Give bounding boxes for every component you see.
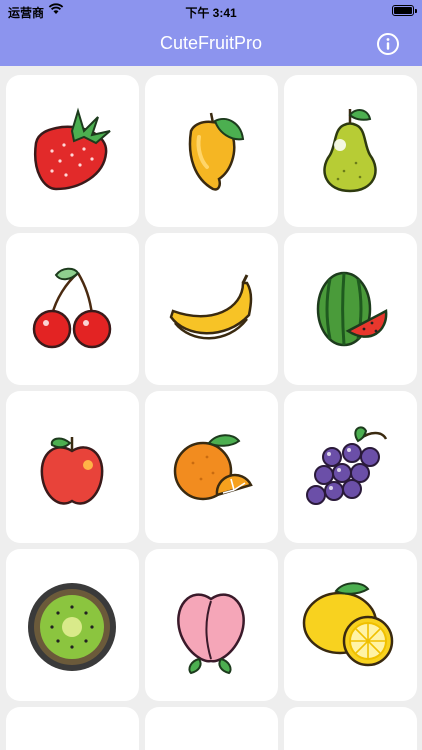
mango-icon bbox=[188, 112, 245, 191]
fruit-card-row5-3[interactable] bbox=[284, 707, 417, 750]
fruit-card-apple[interactable] bbox=[6, 391, 139, 543]
status-time: 下午 3:41 bbox=[185, 6, 237, 20]
fruit-card-mango[interactable] bbox=[145, 75, 278, 227]
info-icon[interactable] bbox=[376, 32, 400, 56]
app-header: 运营商 下午 3:41 CuteFruitPro bbox=[0, 0, 422, 66]
fruit-card-cherry[interactable] bbox=[6, 233, 139, 385]
fruit-card-watermelon[interactable] bbox=[284, 233, 417, 385]
status-bar: 运营商 下午 3:41 bbox=[0, 0, 422, 22]
apple-icon bbox=[40, 437, 104, 505]
fruit-card-grape[interactable] bbox=[284, 391, 417, 543]
kiwi-icon bbox=[28, 583, 116, 671]
battery-icon bbox=[392, 5, 417, 16]
fruit-card-pear[interactable] bbox=[284, 75, 417, 227]
grape-icon bbox=[306, 426, 388, 505]
fruit-card-row5-1[interactable] bbox=[6, 707, 139, 750]
peach-icon bbox=[177, 593, 245, 675]
fruit-grid bbox=[0, 66, 422, 750]
pear-icon bbox=[323, 109, 377, 193]
lemon-icon bbox=[302, 582, 394, 667]
orange-icon bbox=[173, 434, 253, 501]
banana-icon bbox=[169, 274, 253, 340]
watermelon-icon bbox=[316, 271, 388, 347]
fruit-card-peach[interactable] bbox=[145, 549, 278, 701]
navigation-bar: CuteFruitPro bbox=[0, 22, 422, 66]
page-title: CuteFruitPro bbox=[159, 33, 263, 53]
fruit-card-lemon[interactable] bbox=[284, 549, 417, 701]
fruit-card-banana[interactable] bbox=[145, 233, 278, 385]
fruit-card-orange[interactable] bbox=[145, 391, 278, 543]
cherry-icon bbox=[32, 267, 112, 349]
fruit-card-strawberry[interactable] bbox=[6, 75, 139, 227]
fruit-card-kiwi[interactable] bbox=[6, 549, 139, 701]
fruit-card-row5-2[interactable] bbox=[145, 707, 278, 750]
strawberry-icon bbox=[33, 107, 111, 191]
